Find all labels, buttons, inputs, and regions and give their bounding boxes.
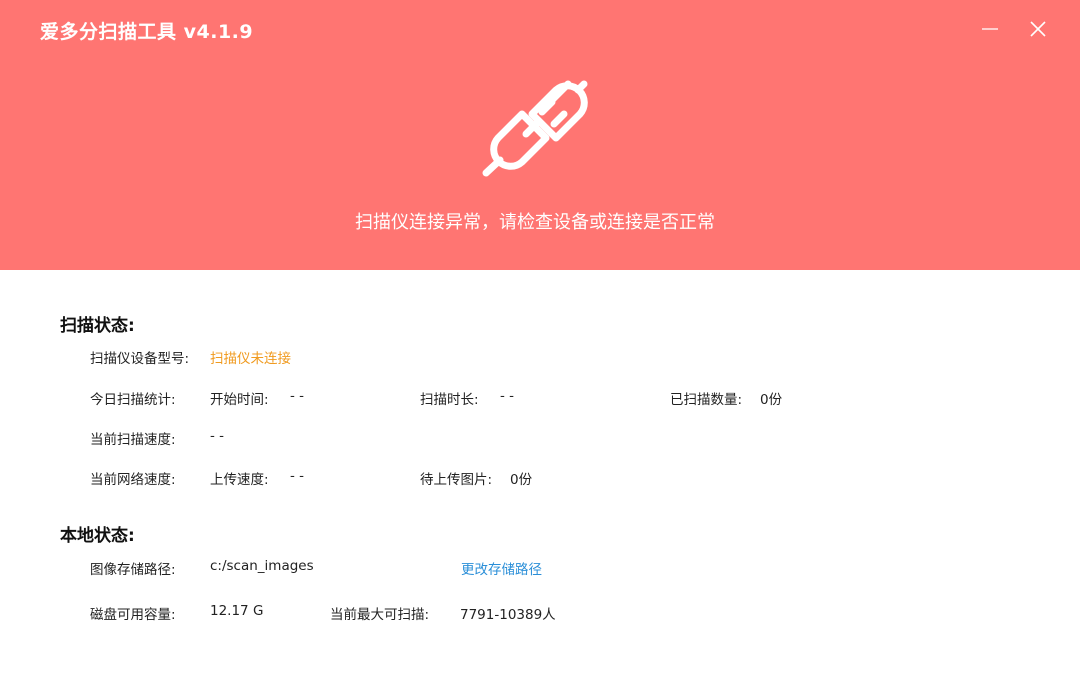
network-speed-label: 当前网络速度: (90, 472, 176, 488)
start-time-label: 开始时间: (210, 392, 269, 408)
disk-capacity-label: 磁盘可用容量: (90, 607, 176, 623)
max-scannable-label: 当前最大可扫描: (330, 607, 430, 623)
pending-upload-label: 待上传图片: (420, 472, 493, 488)
upload-speed-value: - - (290, 468, 305, 484)
local-status-title: 本地状态: (60, 526, 135, 546)
scanned-count-label: 已扫描数量: (670, 392, 743, 408)
change-storage-path-link[interactable]: 更改存储路径 (461, 558, 542, 578)
max-scannable-value: 7791-10389人 (460, 607, 556, 623)
storage-path-label: 图像存储路径: (90, 562, 176, 578)
start-time-value: - - (290, 388, 305, 404)
scan-status-title: 扫描状态: (60, 316, 135, 336)
scan-speed-label: 当前扫描速度: (90, 432, 176, 448)
duration-value: - - (500, 388, 515, 404)
connection-error-message: 扫描仪连接异常，请检查设备或连接是否正常 (355, 212, 715, 233)
close-button[interactable] (1023, 14, 1053, 44)
pending-upload-value: 0份 (510, 472, 533, 488)
unplugged-icon (482, 80, 588, 177)
device-model-label: 扫描仪设备型号: (90, 351, 190, 367)
scanned-count-value: 0份 (760, 392, 783, 408)
minimize-button[interactable] (975, 14, 1005, 44)
upload-speed-label: 上传速度: (210, 472, 269, 488)
device-model-value: 扫描仪未连接 (210, 351, 291, 367)
disk-capacity-value: 12.17 G (210, 603, 264, 619)
close-icon (1030, 21, 1046, 37)
header-banner: 爱多分扫描工具 v4.1.9 扫描仪连接异常，请检查设备或连接是否正常 (0, 0, 1080, 270)
minimize-icon (982, 28, 998, 30)
scan-speed-value: - - (210, 428, 225, 444)
today-stats-label: 今日扫描统计: (90, 392, 176, 408)
duration-label: 扫描时长: (420, 392, 479, 408)
storage-path-value: c:/scan_images (210, 558, 314, 574)
app-title: 爱多分扫描工具 v4.1.9 (40, 21, 254, 43)
